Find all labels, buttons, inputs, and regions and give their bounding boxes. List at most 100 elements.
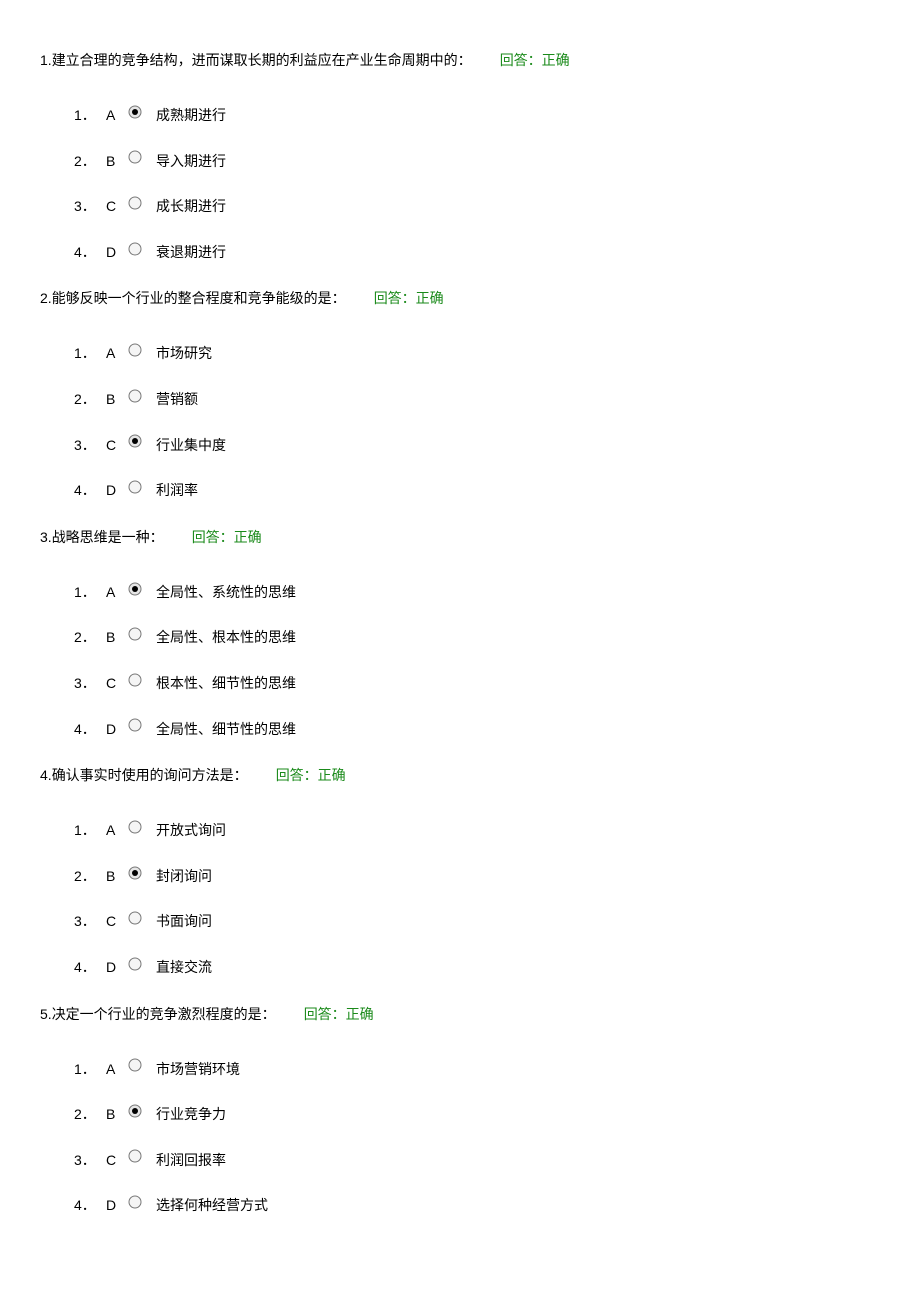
option-letter: C xyxy=(106,912,126,932)
option-index: 3． xyxy=(74,674,106,694)
option-letter: A xyxy=(106,344,126,364)
option-row: 4．D利润率 xyxy=(74,481,880,501)
option-letter: C xyxy=(106,1151,126,1171)
option-index: 2． xyxy=(74,628,106,648)
question-text: 战略思维是一种： xyxy=(52,529,164,545)
option-text: 全局性、系统性的思维 xyxy=(156,583,296,603)
option-row: 3．C 利润回报率 xyxy=(74,1151,880,1171)
question-number: 1. xyxy=(40,52,52,68)
radio-unselected-icon[interactable] xyxy=(128,480,142,494)
radio-unselected-icon[interactable] xyxy=(128,242,142,256)
option-text: 直接交流 xyxy=(156,958,212,978)
option-index: 3． xyxy=(74,912,106,932)
options-list: 1．A全局性、系统性的思维2．B全局性、根本性的思维3．C根本性、细节性的思维4… xyxy=(40,583,880,739)
option-index: 1． xyxy=(74,1060,106,1080)
radio-unselected-icon[interactable] xyxy=(128,196,142,210)
radio-unselected-icon[interactable] xyxy=(128,1058,142,1072)
option-text: 选择何种经营方式 xyxy=(156,1196,268,1216)
option-letter: D xyxy=(106,1196,126,1216)
question-line: 3.战略思维是一种：回答：正确 xyxy=(40,527,880,547)
radio-unselected-icon[interactable] xyxy=(128,673,142,687)
radio-selected-icon[interactable] xyxy=(128,105,142,119)
option-row: 1．A 市场营销环境 xyxy=(74,1060,880,1080)
option-row: 3．C行业集中度 xyxy=(74,436,880,456)
option-row: 3．C 根本性、细节性的思维 xyxy=(74,674,880,694)
option-text: 成熟期进行 xyxy=(156,106,226,126)
radio-unselected-icon[interactable] xyxy=(128,718,142,732)
question-block: 3.战略思维是一种：回答：正确 1．A全局性、系统性的思维 2．B 全局性、根本性的思… xyxy=(40,527,880,739)
option-letter: B xyxy=(106,628,126,648)
radio-unselected-icon[interactable] xyxy=(128,1149,142,1163)
question-line: 1.建立合理的竞争结构，进而谋取长期的利益应在产业生命周期中的：回答：正确 xyxy=(40,50,880,70)
option-row: 1．A 市场研究 xyxy=(74,344,880,364)
option-text: 市场研究 xyxy=(156,344,212,364)
option-letter: D xyxy=(106,958,126,978)
option-letter: B xyxy=(106,390,126,410)
radio-selected-icon[interactable] xyxy=(128,434,142,448)
option-text: 行业竞争力 xyxy=(156,1105,226,1125)
question-number: 5. xyxy=(40,1006,52,1022)
radio-unselected-icon[interactable] xyxy=(128,957,142,971)
question-line: 4.确认事实时使用的询问方法是：回答：正确 xyxy=(40,765,880,785)
option-text: 全局性、根本性的思维 xyxy=(156,628,296,648)
option-text: 导入期进行 xyxy=(156,152,226,172)
radio-unselected-icon[interactable] xyxy=(128,343,142,357)
radio-selected-icon[interactable] xyxy=(128,866,142,880)
quiz-root: 1.建立合理的竞争结构，进而谋取长期的利益应在产业生命周期中的：回答：正确1．A… xyxy=(40,50,880,1216)
option-letter: A xyxy=(106,106,126,126)
option-index: 4． xyxy=(74,243,106,263)
option-row: 1．A 开放式询问 xyxy=(74,821,880,841)
radio-selected-icon[interactable] xyxy=(128,582,142,596)
option-row: 1．A 成熟期进行 xyxy=(74,106,880,126)
option-index: 1． xyxy=(74,106,106,126)
options-list: 1．A成熟期进行2．B导入期进行3．C成长期进行4．D衰退期进行 xyxy=(40,106,880,262)
option-letter: C xyxy=(106,674,126,694)
option-row: 1．A全局性、系统性的思维 xyxy=(74,583,880,603)
option-index: 1． xyxy=(74,583,106,603)
option-letter: B xyxy=(106,867,126,887)
option-letter: A xyxy=(106,821,126,841)
option-letter: D xyxy=(106,720,126,740)
answer-feedback: 回答：正确 xyxy=(374,290,444,306)
option-index: 2． xyxy=(74,390,106,410)
radio-unselected-icon[interactable] xyxy=(128,820,142,834)
option-text: 开放式询问 xyxy=(156,821,226,841)
radio-unselected-icon[interactable] xyxy=(128,150,142,164)
option-row: 2．B行业竞争力 xyxy=(74,1105,880,1125)
question-text: 决定一个行业的竞争激烈程度的是： xyxy=(52,1006,276,1022)
radio-unselected-icon[interactable] xyxy=(128,627,142,641)
question-line: 2.能够反映一个行业的整合程度和竞争能级的是： 回答：正确 xyxy=(40,288,880,308)
radio-unselected-icon[interactable] xyxy=(128,911,142,925)
option-index: 3． xyxy=(74,436,106,456)
option-letter: A xyxy=(106,1060,126,1080)
option-text: 封闭询问 xyxy=(156,867,212,887)
option-index: 3． xyxy=(74,1151,106,1171)
question-number: 4. xyxy=(40,767,52,783)
option-letter: B xyxy=(106,1105,126,1125)
question-block: 1.建立合理的竞争结构，进而谋取长期的利益应在产业生命周期中的：回答：正确 1．A… xyxy=(40,50,880,262)
answer-feedback: 回答：正确 xyxy=(304,1006,374,1022)
radio-unselected-icon[interactable] xyxy=(128,1195,142,1209)
option-index: 4． xyxy=(74,958,106,978)
question-number: 3. xyxy=(40,529,52,545)
radio-selected-icon[interactable] xyxy=(128,1104,142,1118)
answer-feedback: 回答：正确 xyxy=(500,52,570,68)
question-line: 5.决定一个行业的竞争激烈程度的是： 回答：正确 xyxy=(40,1004,880,1024)
question-text: 能够反映一个行业的整合程度和竞争能级的是： xyxy=(52,290,346,306)
radio-unselected-icon[interactable] xyxy=(128,389,142,403)
options-list: 1．A市场研究2．B营销额3．C行业集中度4．D利润率 xyxy=(40,344,880,500)
option-letter: D xyxy=(106,481,126,501)
question-number: 2. xyxy=(40,290,52,306)
option-index: 1． xyxy=(74,821,106,841)
option-text: 根本性、细节性的思维 xyxy=(156,674,296,694)
option-letter: C xyxy=(106,436,126,456)
question-block: 5.决定一个行业的竞争激烈程度的是：回答：正确1．A市场营销环境2．B行业竞争力… xyxy=(40,1004,880,1216)
option-index: 1． xyxy=(74,344,106,364)
option-letter: C xyxy=(106,197,126,217)
option-text: 市场营销环境 xyxy=(156,1060,240,1080)
option-text: 利润回报率 xyxy=(156,1151,226,1171)
option-text: 全局性、细节性的思维 xyxy=(156,720,296,740)
option-row: 2．B导入期进行 xyxy=(74,152,880,172)
answer-feedback: 回答：正确 xyxy=(276,767,346,783)
option-text: 衰退期进行 xyxy=(156,243,226,263)
